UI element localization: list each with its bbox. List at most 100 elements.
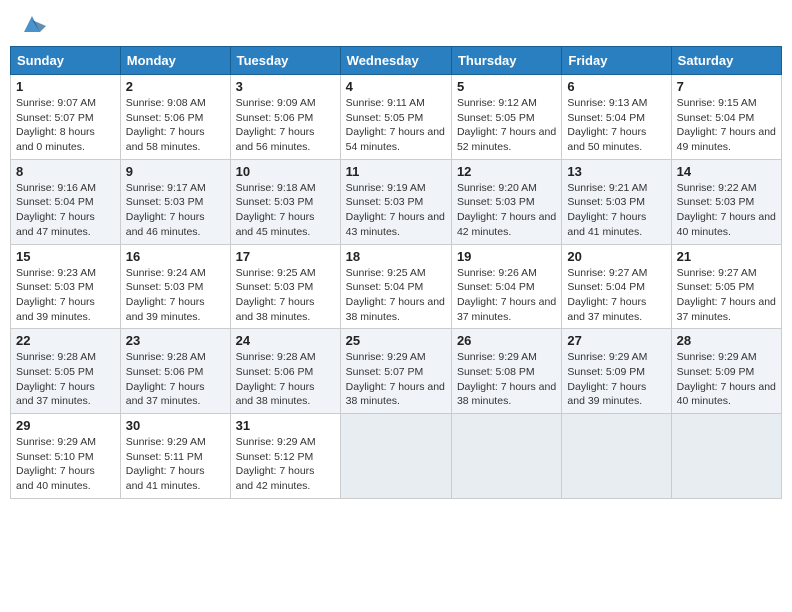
- day-number: 26: [457, 333, 556, 348]
- day-number: 13: [567, 164, 665, 179]
- calendar-day-cell: 29 Sunrise: 9:29 AMSunset: 5:10 PMDaylig…: [11, 414, 121, 499]
- day-number: 2: [126, 79, 225, 94]
- calendar-week-row: 8 Sunrise: 9:16 AMSunset: 5:04 PMDayligh…: [11, 159, 782, 244]
- day-info: Sunrise: 9:29 AMSunset: 5:07 PMDaylight:…: [346, 351, 445, 407]
- calendar-day-cell: [562, 414, 671, 499]
- calendar-day-cell: 10 Sunrise: 9:18 AMSunset: 5:03 PMDaylig…: [230, 159, 340, 244]
- calendar-day-cell: 5 Sunrise: 9:12 AMSunset: 5:05 PMDayligh…: [451, 75, 561, 160]
- day-number: 9: [126, 164, 225, 179]
- day-number: 12: [457, 164, 556, 179]
- day-info: Sunrise: 9:29 AMSunset: 5:10 PMDaylight:…: [16, 436, 96, 492]
- day-info: Sunrise: 9:28 AMSunset: 5:06 PMDaylight:…: [126, 351, 206, 407]
- day-number: 28: [677, 333, 776, 348]
- calendar-header-wednesday: Wednesday: [340, 47, 451, 75]
- calendar-day-cell: 12 Sunrise: 9:20 AMSunset: 5:03 PMDaylig…: [451, 159, 561, 244]
- calendar-table: SundayMondayTuesdayWednesdayThursdayFrid…: [10, 46, 782, 499]
- calendar-day-cell: 9 Sunrise: 9:17 AMSunset: 5:03 PMDayligh…: [120, 159, 230, 244]
- calendar-day-cell: 6 Sunrise: 9:13 AMSunset: 5:04 PMDayligh…: [562, 75, 671, 160]
- day-info: Sunrise: 9:07 AMSunset: 5:07 PMDaylight:…: [16, 97, 96, 153]
- calendar-day-cell: 21 Sunrise: 9:27 AMSunset: 5:05 PMDaylig…: [671, 244, 781, 329]
- day-number: 31: [236, 418, 335, 433]
- day-info: Sunrise: 9:24 AMSunset: 5:03 PMDaylight:…: [126, 267, 206, 323]
- day-info: Sunrise: 9:29 AMSunset: 5:09 PMDaylight:…: [677, 351, 776, 407]
- day-number: 6: [567, 79, 665, 94]
- calendar-day-cell: 20 Sunrise: 9:27 AMSunset: 5:04 PMDaylig…: [562, 244, 671, 329]
- calendar-day-cell: 14 Sunrise: 9:22 AMSunset: 5:03 PMDaylig…: [671, 159, 781, 244]
- day-number: 27: [567, 333, 665, 348]
- day-number: 5: [457, 79, 556, 94]
- calendar-header-monday: Monday: [120, 47, 230, 75]
- day-info: Sunrise: 9:29 AMSunset: 5:11 PMDaylight:…: [126, 436, 206, 492]
- day-number: 7: [677, 79, 776, 94]
- day-info: Sunrise: 9:17 AMSunset: 5:03 PMDaylight:…: [126, 182, 206, 238]
- calendar-week-row: 1 Sunrise: 9:07 AMSunset: 5:07 PMDayligh…: [11, 75, 782, 160]
- day-number: 29: [16, 418, 115, 433]
- calendar-day-cell: 26 Sunrise: 9:29 AMSunset: 5:08 PMDaylig…: [451, 329, 561, 414]
- day-number: 3: [236, 79, 335, 94]
- page-header: [10, 10, 782, 38]
- day-info: Sunrise: 9:12 AMSunset: 5:05 PMDaylight:…: [457, 97, 556, 153]
- day-info: Sunrise: 9:27 AMSunset: 5:04 PMDaylight:…: [567, 267, 647, 323]
- day-info: Sunrise: 9:19 AMSunset: 5:03 PMDaylight:…: [346, 182, 445, 238]
- day-number: 8: [16, 164, 115, 179]
- calendar-day-cell: 27 Sunrise: 9:29 AMSunset: 5:09 PMDaylig…: [562, 329, 671, 414]
- day-info: Sunrise: 9:29 AMSunset: 5:12 PMDaylight:…: [236, 436, 316, 492]
- day-number: 22: [16, 333, 115, 348]
- calendar-day-cell: 2 Sunrise: 9:08 AMSunset: 5:06 PMDayligh…: [120, 75, 230, 160]
- day-number: 10: [236, 164, 335, 179]
- calendar-week-row: 22 Sunrise: 9:28 AMSunset: 5:05 PMDaylig…: [11, 329, 782, 414]
- day-number: 17: [236, 249, 335, 264]
- day-number: 1: [16, 79, 115, 94]
- calendar-day-cell: 16 Sunrise: 9:24 AMSunset: 5:03 PMDaylig…: [120, 244, 230, 329]
- day-info: Sunrise: 9:25 AMSunset: 5:03 PMDaylight:…: [236, 267, 316, 323]
- calendar-day-cell: 25 Sunrise: 9:29 AMSunset: 5:07 PMDaylig…: [340, 329, 451, 414]
- calendar-header-sunday: Sunday: [11, 47, 121, 75]
- day-info: Sunrise: 9:15 AMSunset: 5:04 PMDaylight:…: [677, 97, 776, 153]
- calendar-day-cell: 15 Sunrise: 9:23 AMSunset: 5:03 PMDaylig…: [11, 244, 121, 329]
- day-number: 14: [677, 164, 776, 179]
- calendar-day-cell: 23 Sunrise: 9:28 AMSunset: 5:06 PMDaylig…: [120, 329, 230, 414]
- day-number: 24: [236, 333, 335, 348]
- calendar-day-cell: 31 Sunrise: 9:29 AMSunset: 5:12 PMDaylig…: [230, 414, 340, 499]
- day-info: Sunrise: 9:23 AMSunset: 5:03 PMDaylight:…: [16, 267, 96, 323]
- day-number: 21: [677, 249, 776, 264]
- calendar-day-cell: [340, 414, 451, 499]
- calendar-day-cell: 4 Sunrise: 9:11 AMSunset: 5:05 PMDayligh…: [340, 75, 451, 160]
- calendar-day-cell: 1 Sunrise: 9:07 AMSunset: 5:07 PMDayligh…: [11, 75, 121, 160]
- calendar-header-friday: Friday: [562, 47, 671, 75]
- day-number: 25: [346, 333, 446, 348]
- day-info: Sunrise: 9:20 AMSunset: 5:03 PMDaylight:…: [457, 182, 556, 238]
- day-number: 20: [567, 249, 665, 264]
- calendar-header-saturday: Saturday: [671, 47, 781, 75]
- day-info: Sunrise: 9:18 AMSunset: 5:03 PMDaylight:…: [236, 182, 316, 238]
- day-info: Sunrise: 9:25 AMSunset: 5:04 PMDaylight:…: [346, 267, 445, 323]
- calendar-header-row: SundayMondayTuesdayWednesdayThursdayFrid…: [11, 47, 782, 75]
- day-info: Sunrise: 9:13 AMSunset: 5:04 PMDaylight:…: [567, 97, 647, 153]
- day-info: Sunrise: 9:11 AMSunset: 5:05 PMDaylight:…: [346, 97, 445, 153]
- calendar-week-row: 15 Sunrise: 9:23 AMSunset: 5:03 PMDaylig…: [11, 244, 782, 329]
- calendar-day-cell: 7 Sunrise: 9:15 AMSunset: 5:04 PMDayligh…: [671, 75, 781, 160]
- day-number: 16: [126, 249, 225, 264]
- day-info: Sunrise: 9:09 AMSunset: 5:06 PMDaylight:…: [236, 97, 316, 153]
- calendar-day-cell: 3 Sunrise: 9:09 AMSunset: 5:06 PMDayligh…: [230, 75, 340, 160]
- day-number: 11: [346, 164, 446, 179]
- day-info: Sunrise: 9:26 AMSunset: 5:04 PMDaylight:…: [457, 267, 556, 323]
- day-info: Sunrise: 9:29 AMSunset: 5:09 PMDaylight:…: [567, 351, 647, 407]
- calendar-day-cell: 19 Sunrise: 9:26 AMSunset: 5:04 PMDaylig…: [451, 244, 561, 329]
- day-number: 19: [457, 249, 556, 264]
- calendar-day-cell: 24 Sunrise: 9:28 AMSunset: 5:06 PMDaylig…: [230, 329, 340, 414]
- day-info: Sunrise: 9:29 AMSunset: 5:08 PMDaylight:…: [457, 351, 556, 407]
- calendar-day-cell: 22 Sunrise: 9:28 AMSunset: 5:05 PMDaylig…: [11, 329, 121, 414]
- day-info: Sunrise: 9:28 AMSunset: 5:06 PMDaylight:…: [236, 351, 316, 407]
- day-number: 18: [346, 249, 446, 264]
- day-number: 4: [346, 79, 446, 94]
- calendar-header-tuesday: Tuesday: [230, 47, 340, 75]
- logo: [14, 10, 46, 38]
- logo-icon: [18, 10, 46, 38]
- calendar-day-cell: 8 Sunrise: 9:16 AMSunset: 5:04 PMDayligh…: [11, 159, 121, 244]
- day-info: Sunrise: 9:16 AMSunset: 5:04 PMDaylight:…: [16, 182, 96, 238]
- day-info: Sunrise: 9:22 AMSunset: 5:03 PMDaylight:…: [677, 182, 776, 238]
- day-info: Sunrise: 9:08 AMSunset: 5:06 PMDaylight:…: [126, 97, 206, 153]
- calendar-day-cell: 18 Sunrise: 9:25 AMSunset: 5:04 PMDaylig…: [340, 244, 451, 329]
- day-number: 30: [126, 418, 225, 433]
